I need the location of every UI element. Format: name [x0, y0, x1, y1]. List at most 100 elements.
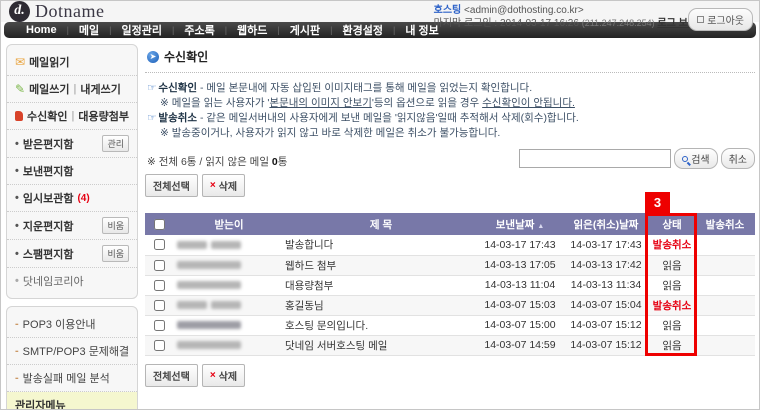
note-prefix: ※ 메일을 읽는 사용자가 '	[160, 97, 269, 109]
pop3-guide-label: POP3 이용안내	[23, 316, 96, 332]
select-all-button[interactable]: 전체선택	[145, 174, 198, 197]
note-mid: '등의 옵션으로 읽을 경우	[372, 97, 482, 109]
receipt-check-icon	[15, 111, 23, 121]
status-cell: 읽음	[649, 255, 695, 275]
image-block-link[interactable]: 본문내의 이미지 안보기	[269, 97, 371, 109]
search-button[interactable]: 검색	[674, 148, 717, 169]
sidebar-item-smtp-help[interactable]: - SMTP/POP3 문제해결	[7, 338, 137, 365]
spam-label: 스팸편지함	[23, 246, 74, 262]
sidebar-item-inbox[interactable]: • 받은편지함 관리	[7, 130, 137, 158]
search-icon	[682, 156, 688, 162]
main-panel: ➤ 수신확인 ☞수신확인 - 메일 본문내에 자동 삽입된 이미지태그를 통해 …	[145, 44, 755, 410]
mail-row[interactable]: 발송합니다 14-03-17 17:43 14-03-17 17:43 발송취소	[145, 235, 755, 255]
mail-row[interactable]: 홍길동님 14-03-07 15:03 14-03-07 15:04 발송취소	[145, 295, 755, 315]
row-checkbox[interactable]	[154, 280, 165, 291]
mail-row[interactable]: 웹하드 첨부 14-03-13 17:05 14-03-13 17:42 읽음	[145, 255, 755, 275]
mail-row[interactable]: 닷네임 서버호스팅 메일 14-03-07 14:59 14-03-07 15:…	[145, 335, 755, 355]
receipt-check-label: 수신확인	[27, 108, 67, 124]
mail-subject[interactable]: 대용량첨부	[285, 275, 477, 295]
nav-item-contacts[interactable]: 주소록	[174, 22, 224, 38]
nav-item-settings[interactable]: 환경설정	[332, 22, 392, 38]
nav-item-calendar[interactable]: 일정관리	[112, 22, 172, 38]
read-date: 14-03-13 11:34	[563, 275, 649, 295]
header-status: 상태	[649, 213, 695, 235]
content-area: ✉ 메일읽기 ✎ 메일쓰기 | 내게쓰기 수신확인 | 대용량첨부 •	[1, 38, 759, 410]
dash-icon: -	[15, 345, 19, 357]
row-checkbox[interactable]	[154, 340, 165, 351]
row-checkbox[interactable]	[154, 300, 165, 311]
send-cancel-cell	[695, 295, 755, 315]
send-cancel-cell	[695, 255, 755, 275]
x-icon: ×	[210, 370, 216, 381]
trash-empty-button[interactable]: 비움	[102, 217, 129, 234]
dotname-logo[interactable]: d. Dotname	[9, 1, 104, 22]
nav-item-webhard[interactable]: 웹하드	[227, 22, 277, 38]
mail-subject[interactable]: 발송합니다	[285, 235, 477, 255]
recipient-redacted	[173, 235, 285, 255]
logout-button[interactable]: 로그아웃	[688, 8, 753, 31]
info-block: ☞수신확인 - 메일 본문내에 자동 삽입된 이미지태그를 통해 메일을 읽었는…	[147, 81, 755, 140]
row-checkbox[interactable]	[154, 320, 165, 331]
no-receipt-link[interactable]: 수신확인이 안됩니다.	[482, 97, 575, 109]
note-text: ※ 발송중이거나, 사용자가 읽지 않고 바로 삭제한 메일은 취소가 불가능합…	[160, 127, 500, 139]
header-sent-date[interactable]: 보낸날짜 ▲	[477, 213, 563, 235]
header-read-date: 읽은(취소)날짜	[563, 213, 649, 235]
search-input[interactable]	[519, 149, 671, 168]
select-all-checkbox[interactable]	[154, 219, 165, 230]
header-recipient: 받는이	[173, 213, 285, 235]
delete-button[interactable]: × 삭제	[202, 174, 245, 197]
inbox-manage-button[interactable]: 관리	[102, 135, 129, 152]
delete-button[interactable]: × 삭제	[202, 364, 245, 387]
send-cancel-cell	[695, 275, 755, 295]
mail-row[interactable]: 호스팅 문의입니다. 14-03-07 15:00 14-03-07 15:12…	[145, 315, 755, 335]
spam-empty-button[interactable]: 비움	[102, 245, 129, 262]
mail-subject[interactable]: 호스팅 문의입니다.	[285, 315, 477, 335]
info-head: 수신확인	[158, 82, 197, 94]
status-cell: 발송취소	[649, 295, 695, 315]
last-login-ip: (211.247.248.254)	[582, 18, 655, 28]
read-date: 14-03-13 17:42	[563, 255, 649, 275]
search-label: 검색	[691, 151, 709, 166]
sidebar-item-mail-write[interactable]: ✎ 메일쓰기 | 내게쓰기	[7, 76, 137, 103]
status-cell: 읽음	[649, 275, 695, 295]
sidebar-item-spam[interactable]: • 스팸편지함 비움	[7, 240, 137, 268]
write-to-me-label[interactable]: 내게쓰기	[80, 81, 120, 97]
info-line-receipt: ☞수신확인 - 메일 본문내에 자동 삽입된 이미지태그를 통해 메일을 읽었는…	[147, 81, 755, 95]
mail-write-label: 메일쓰기	[29, 81, 69, 97]
separator: |	[74, 83, 77, 95]
separator: |	[72, 110, 75, 122]
mail-subject[interactable]: 웹하드 첨부	[285, 255, 477, 275]
last-login: 마지막 로그인 : 2014-03-17 16:26	[434, 18, 579, 29]
large-attach-label[interactable]: 대용량첨부	[78, 108, 129, 124]
status-cell: 발송취소	[649, 235, 695, 255]
nav-item-home[interactable]: Home	[16, 24, 67, 36]
mail-subject[interactable]: 닷네임 서버호스팅 메일	[285, 335, 477, 355]
nav-item-mail[interactable]: 메일	[69, 22, 109, 38]
sidebar-item-sent[interactable]: • 보낸편지함	[7, 158, 137, 185]
select-all-button[interactable]: 전체선택	[145, 364, 198, 387]
logout-icon	[697, 16, 704, 23]
bullet-icon: •	[15, 220, 19, 232]
bullet-icon: •	[15, 275, 19, 287]
account-info: 호스팅 <admin@dothosting.co.kr> 마지막 로그인 : 2…	[434, 4, 697, 30]
recipient-redacted	[173, 275, 285, 295]
sidebar-item-admin-menu[interactable]: 관리자메뉴	[7, 392, 137, 410]
info-line-cancel: ☞발송취소 - 같은 메일서버내의 사용자에게 보낸 메일을 '읽지않음'일때 …	[147, 111, 755, 125]
row-checkbox[interactable]	[154, 239, 165, 250]
sidebar-item-draft[interactable]: • 임시보관함 (4)	[7, 185, 137, 212]
mail-row[interactable]: 대용량첨부 14-03-13 11:04 14-03-13 11:34 읽음	[145, 275, 755, 295]
nav-item-board[interactable]: 게시판	[280, 22, 330, 38]
sidebar-item-mail-read[interactable]: ✉ 메일읽기	[7, 49, 137, 76]
sidebar-item-pop3-guide[interactable]: - POP3 이용안내	[7, 311, 137, 338]
sidebar-item-fail-analysis[interactable]: - 발송실패 메일 분석	[7, 365, 137, 392]
sidebar-item-receipt-check[interactable]: 수신확인 | 대용량첨부	[7, 103, 137, 130]
sidebar-item-dotname-korea[interactable]: • 닷네임코리아	[7, 268, 137, 294]
status-cell: 읽음	[649, 335, 695, 355]
search-cancel-button[interactable]: 취소	[721, 148, 755, 169]
row-checkbox[interactable]	[154, 260, 165, 271]
recipient-redacted	[173, 295, 285, 315]
sent-date: 14-03-07 14:59	[477, 335, 563, 355]
mail-subject[interactable]: 홍길동님	[285, 295, 477, 315]
sidebar-item-trash[interactable]: • 지운편지함 비움	[7, 212, 137, 240]
status-cell: 읽음	[649, 315, 695, 335]
